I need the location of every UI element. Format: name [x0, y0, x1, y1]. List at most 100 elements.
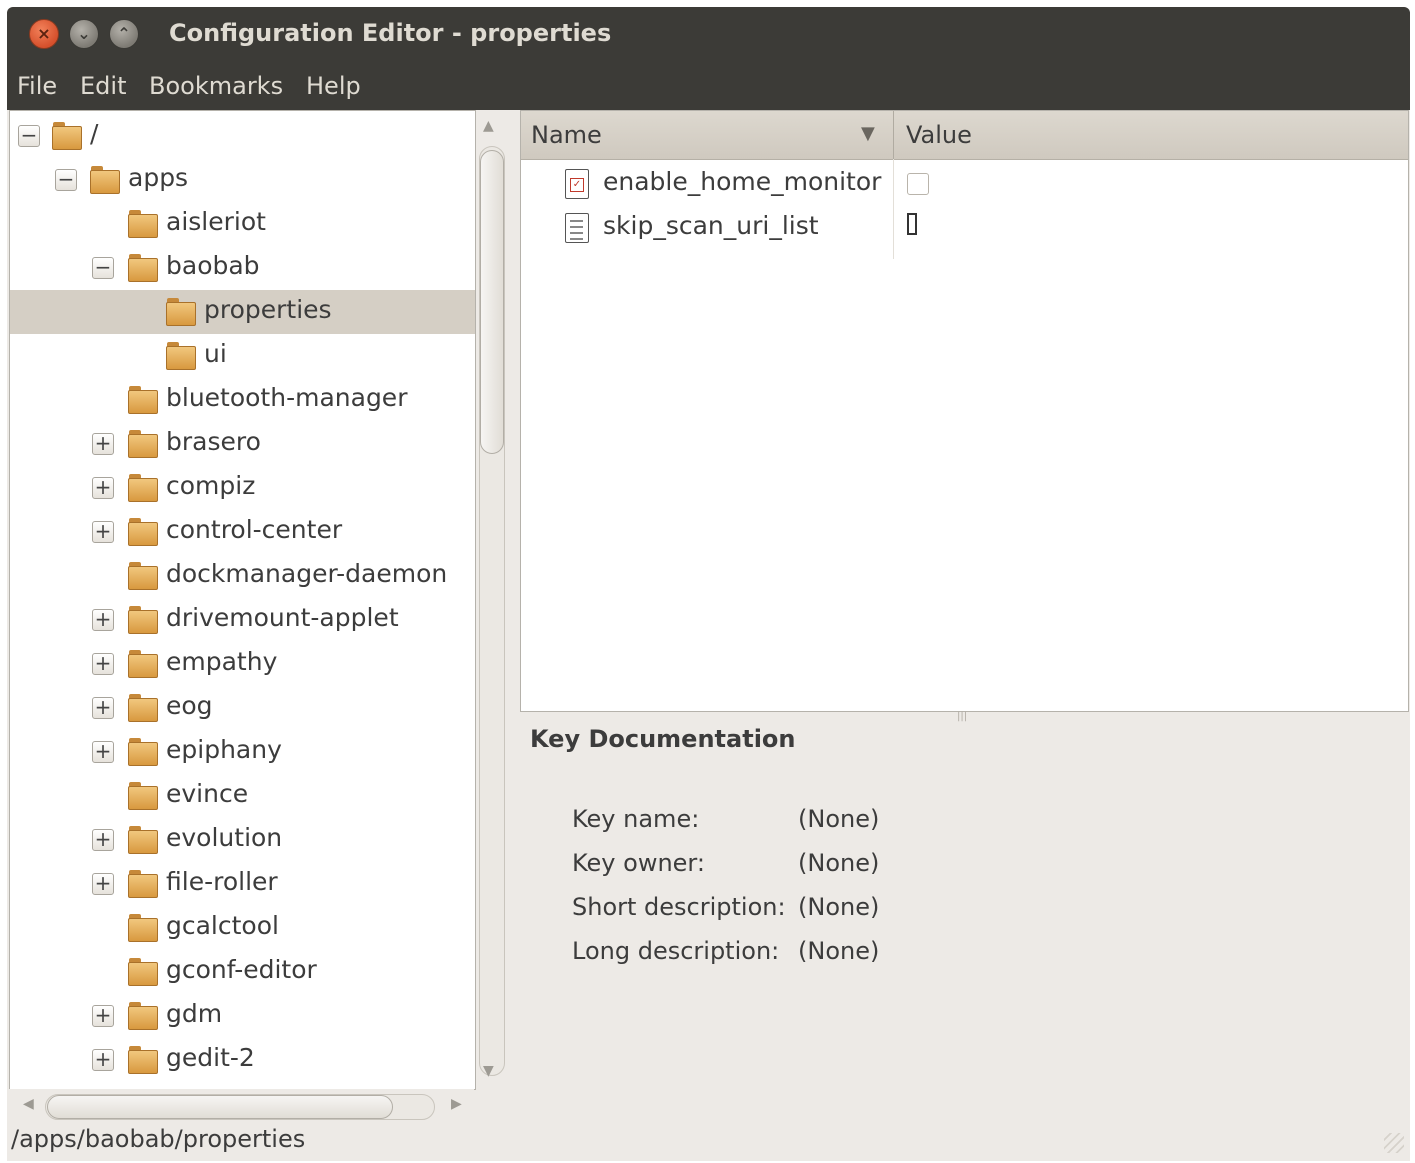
scroll-left-icon[interactable]: ◀	[23, 1096, 34, 1112]
expand-icon[interactable]: +	[92, 521, 114, 543]
tree-node[interactable]: + gedit-2	[10, 1038, 475, 1082]
collapse-icon[interactable]: −	[18, 125, 40, 147]
expand-icon[interactable]: +	[92, 1005, 114, 1027]
pane-resize-handle[interactable]: |||	[957, 711, 967, 722]
tree-node[interactable]: + empathy	[10, 642, 475, 686]
tree-node-label: brasero	[166, 427, 261, 456]
column-separator	[893, 111, 894, 159]
expand-icon[interactable]: +	[92, 653, 114, 675]
tree-node-label: gcalctool	[166, 911, 279, 940]
folder-icon	[128, 870, 158, 898]
tree-node[interactable]: + evolution	[10, 818, 475, 862]
tree-node-label: dockmanager-daemon	[166, 559, 448, 588]
doc-key-owner-value: (None)	[798, 849, 880, 877]
hscroll-thumb[interactable]	[47, 1095, 393, 1119]
tree-node-label: eog	[166, 691, 213, 720]
tree-node-label: aisleriot	[166, 207, 266, 236]
title-bar: × ⌄ ⌃ Configuration Editor - properties	[7, 7, 1410, 62]
list-value[interactable]	[907, 213, 917, 235]
expand-icon[interactable]: +	[92, 741, 114, 763]
folder-icon	[128, 562, 158, 590]
collapse-icon[interactable]: −	[55, 169, 77, 191]
folder-icon	[166, 342, 196, 370]
config-editor-window: × ⌄ ⌃ Configuration Editor - properties …	[7, 7, 1410, 1161]
expand-icon[interactable]: +	[92, 477, 114, 499]
tree-node-label: bluetooth-manager	[166, 383, 408, 412]
close-window-button[interactable]: ×	[29, 19, 59, 49]
tree-node[interactable]: − baobab	[10, 246, 475, 290]
folder-icon	[128, 694, 158, 722]
menu-help[interactable]: Help	[306, 72, 361, 100]
folder-icon	[128, 650, 158, 678]
collapse-icon[interactable]: −	[92, 257, 114, 279]
value-checkbox[interactable]	[907, 173, 929, 195]
scroll-up-icon[interactable]: ▲	[483, 118, 494, 134]
tree-node-label: baobab	[166, 251, 260, 280]
tree-node-label: control-center	[166, 515, 343, 544]
expand-icon[interactable]: +	[92, 609, 114, 631]
tree-node[interactable]: + eog	[10, 686, 475, 730]
tree-node[interactable]: bluetooth-manager	[10, 378, 475, 422]
key-documentation-title: Key Documentation	[530, 725, 796, 753]
tree-node[interactable]: + file-roller	[10, 862, 475, 906]
tree-node[interactable]: aisleriot	[10, 202, 475, 246]
minimize-window-button[interactable]: ⌄	[69, 19, 99, 49]
folder-icon	[166, 298, 196, 326]
folder-icon	[128, 1002, 158, 1030]
key-list[interactable]: Name ▼ Value ✓ enable_home_monitor skip_…	[520, 110, 1409, 712]
menu-bar: File Edit Bookmarks Help	[7, 62, 1410, 110]
tree-node-label: gedit-2	[166, 1043, 255, 1072]
tree-node[interactable]: + epiphany	[10, 730, 475, 774]
tree-node[interactable]: evince	[10, 774, 475, 818]
status-bar: /apps/baobab/properties	[7, 1123, 1410, 1161]
tree-node[interactable]: + drivemount-applet	[10, 598, 475, 642]
folder-icon	[128, 254, 158, 282]
tree-node[interactable]: properties	[10, 290, 475, 334]
resize-grip-icon[interactable]	[1384, 1133, 1404, 1153]
tree-node[interactable]: + control-center	[10, 510, 475, 554]
scroll-right-icon[interactable]: ▶	[451, 1096, 462, 1112]
folder-icon	[128, 782, 158, 810]
folder-icon	[52, 122, 82, 150]
menu-bookmarks[interactable]: Bookmarks	[149, 72, 283, 100]
expand-icon[interactable]: +	[92, 873, 114, 895]
menu-edit[interactable]: Edit	[80, 72, 126, 100]
key-row-enable-home-monitor[interactable]: ✓ enable_home_monitor	[521, 161, 1408, 205]
key-list-header: Name ▼ Value	[521, 111, 1408, 160]
menu-file[interactable]: File	[17, 72, 57, 100]
tree-vertical-scrollbar[interactable]: ▲ ▼	[477, 110, 507, 1088]
expand-icon[interactable]: +	[92, 697, 114, 719]
tree-node-label: apps	[128, 163, 189, 192]
sort-descending-icon[interactable]: ▼	[861, 123, 875, 144]
expand-icon[interactable]: +	[92, 1049, 114, 1071]
maximize-window-button[interactable]: ⌃	[109, 19, 139, 49]
tree-node-label: empathy	[166, 647, 278, 676]
tree-node-label: evince	[166, 779, 249, 808]
tree-node[interactable]: gcalctool	[10, 906, 475, 950]
tree-node[interactable]: gconf-editor	[10, 950, 475, 994]
scroll-thumb[interactable]	[480, 150, 504, 454]
expand-icon[interactable]: +	[92, 433, 114, 455]
scroll-down-icon[interactable]: ▼	[483, 1063, 494, 1079]
tree-node[interactable]: − /	[10, 114, 475, 158]
tree-node[interactable]: + gdm	[10, 994, 475, 1038]
directory-tree[interactable]: − / − apps aisleriot − baobab properties ui bluet…	[9, 110, 476, 1090]
key-row-skip-scan-uri-list[interactable]: skip_scan_uri_list	[521, 205, 1408, 249]
folder-icon	[128, 826, 158, 854]
folder-icon	[128, 386, 158, 414]
tree-node[interactable]: + compiz	[10, 466, 475, 510]
folder-icon	[128, 430, 158, 458]
column-value-header[interactable]: Value	[906, 121, 972, 149]
folder-icon	[128, 210, 158, 238]
tree-node-label: compiz	[166, 471, 256, 500]
column-name-header[interactable]: Name	[531, 121, 602, 149]
expand-icon[interactable]: +	[92, 829, 114, 851]
tree-horizontal-scrollbar[interactable]: ◀ ▶	[9, 1089, 474, 1123]
tree-node[interactable]: − apps	[10, 158, 475, 202]
tree-node[interactable]: + brasero	[10, 422, 475, 466]
tree-node[interactable]: ui	[10, 334, 475, 378]
boolean-key-icon: ✓	[565, 169, 589, 199]
current-path: /apps/baobab/properties	[11, 1125, 306, 1153]
doc-long-description-value: (None)	[798, 937, 880, 965]
tree-node[interactable]: dockmanager-daemon	[10, 554, 475, 598]
